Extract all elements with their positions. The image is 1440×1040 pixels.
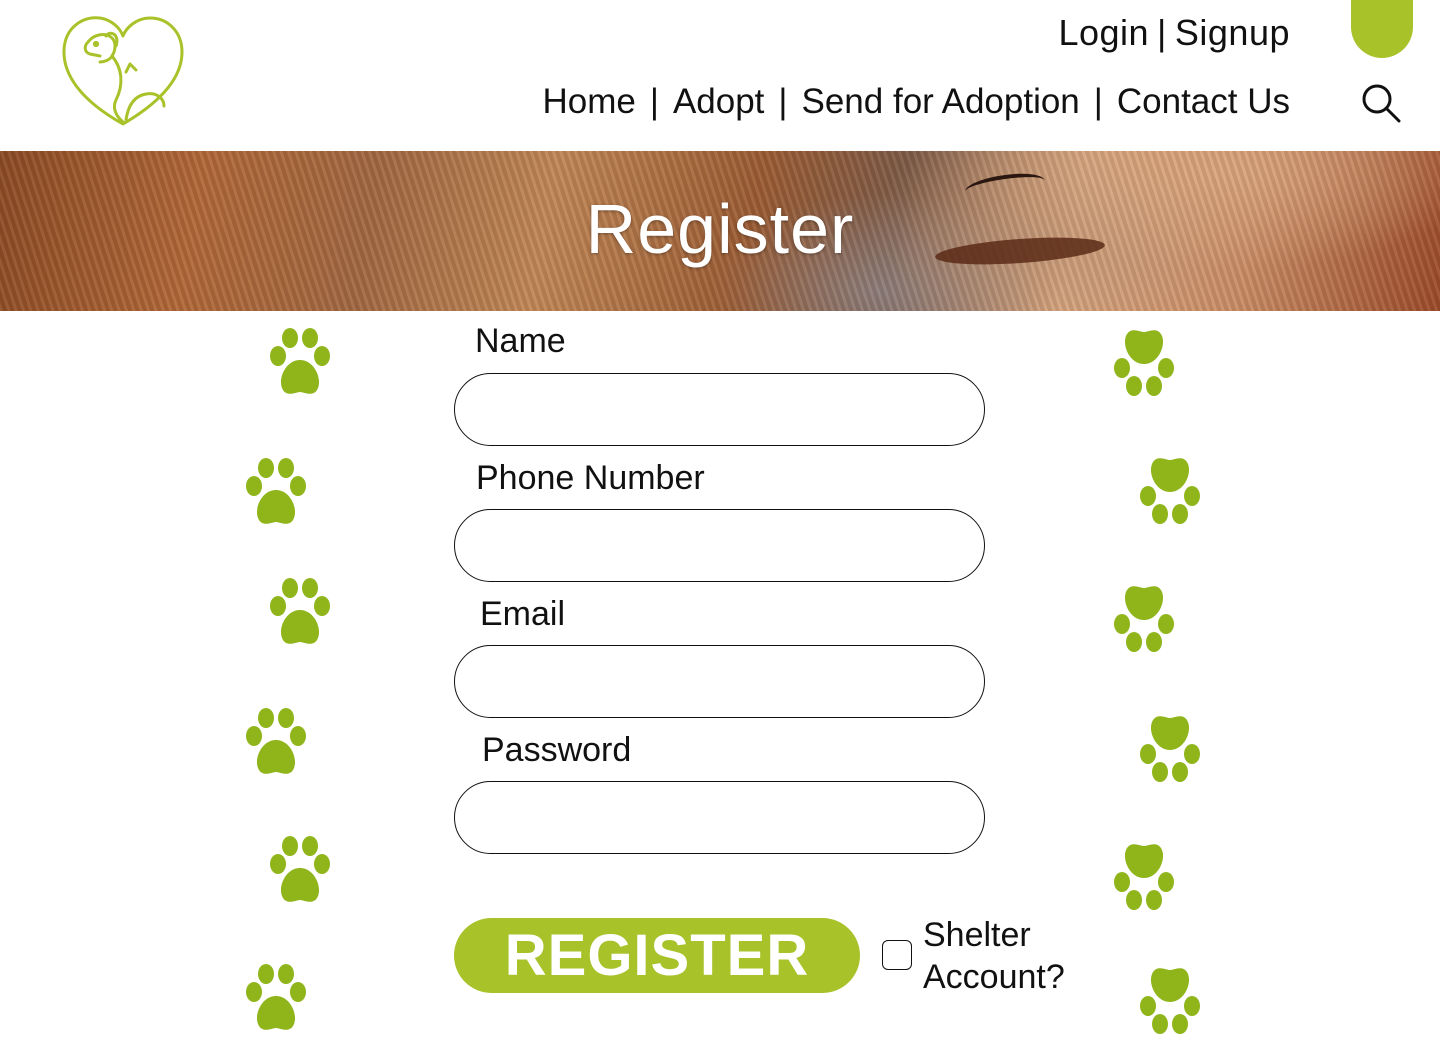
- login-link[interactable]: Login: [1058, 12, 1149, 53]
- paw-print-icon: [270, 328, 330, 394]
- dog-cat-heart-logo[interactable]: [60, 12, 186, 130]
- auth-separator: |: [1157, 12, 1167, 53]
- nav-item-home[interactable]: Home: [542, 82, 635, 121]
- paw-print-icon: [1114, 330, 1174, 396]
- paw-print-icon: [1114, 586, 1174, 652]
- nav-separator: |: [778, 82, 788, 121]
- shelter-account-label-line: Account?: [923, 958, 1065, 996]
- email-field[interactable]: [454, 645, 985, 718]
- site-header: Login | Signup Home | Adopt | Send for Adoptio…: [0, 0, 1440, 151]
- nav-item-adopt[interactable]: Adopt: [673, 82, 764, 121]
- shelter-account-label-line: Shelter: [923, 916, 1031, 954]
- paw-print-icon: [1114, 844, 1174, 910]
- shelter-account-checkbox[interactable]: [882, 940, 912, 970]
- signup-link[interactable]: Signup: [1175, 12, 1290, 53]
- paw-print-icon: [246, 458, 306, 524]
- paw-print-icon: [1140, 968, 1200, 1034]
- main-nav: Home | Adopt | Send for Adoption | Contact Us: [542, 82, 1290, 122]
- password-label: Password: [482, 731, 632, 769]
- email-label: Email: [480, 595, 566, 633]
- nav-item-send-for-adoption[interactable]: Send for Adoption: [802, 82, 1080, 121]
- page-title: Register: [585, 190, 855, 268]
- paw-print-icon: [246, 964, 306, 1030]
- shelter-account-label: Shelter Account?: [923, 914, 1083, 998]
- search-icon[interactable]: [1360, 82, 1402, 124]
- phone-number-field[interactable]: [454, 509, 985, 582]
- paw-print-icon: [1140, 458, 1200, 524]
- paw-print-icon: [1140, 716, 1200, 782]
- nav-item-contact-us[interactable]: Contact Us: [1117, 82, 1290, 121]
- paw-print-icon: [270, 578, 330, 644]
- nav-separator: |: [1093, 82, 1103, 121]
- paw-print-icon: [270, 836, 330, 902]
- name-label: Name: [475, 322, 566, 360]
- register-button[interactable]: REGISTER: [454, 918, 860, 993]
- accent-tab[interactable]: [1351, 0, 1413, 58]
- name-field[interactable]: [454, 373, 985, 446]
- nav-separator: |: [649, 82, 659, 121]
- phone-number-label: Phone Number: [476, 459, 705, 497]
- hero-banner: Register: [0, 151, 1440, 311]
- auth-links: Login | Signup: [1058, 12, 1290, 54]
- password-field[interactable]: [454, 781, 985, 854]
- paw-print-icon: [246, 708, 306, 774]
